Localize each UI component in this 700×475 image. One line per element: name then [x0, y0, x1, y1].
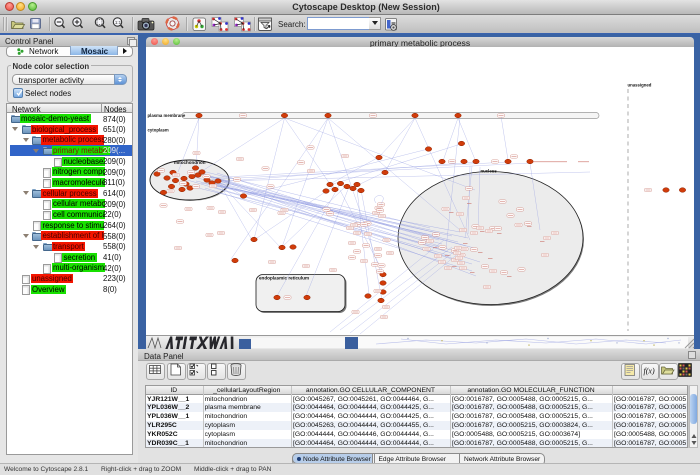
- svg-text:1:1: 1:1: [115, 20, 122, 25]
- svg-text:endoplasmic reticulum: endoplasmic reticulum: [259, 276, 309, 281]
- svg-text:nucleus: nucleus: [481, 169, 498, 174]
- svg-text:cytoplasm: cytoplasm: [148, 128, 169, 133]
- svg-text:plasma membrane: plasma membrane: [148, 113, 186, 118]
- svg-text:mitochondrion: mitochondrion: [174, 160, 206, 165]
- svg-text:f(x): f(x): [644, 367, 655, 376]
- svg-text:unassigned: unassigned: [628, 83, 652, 88]
